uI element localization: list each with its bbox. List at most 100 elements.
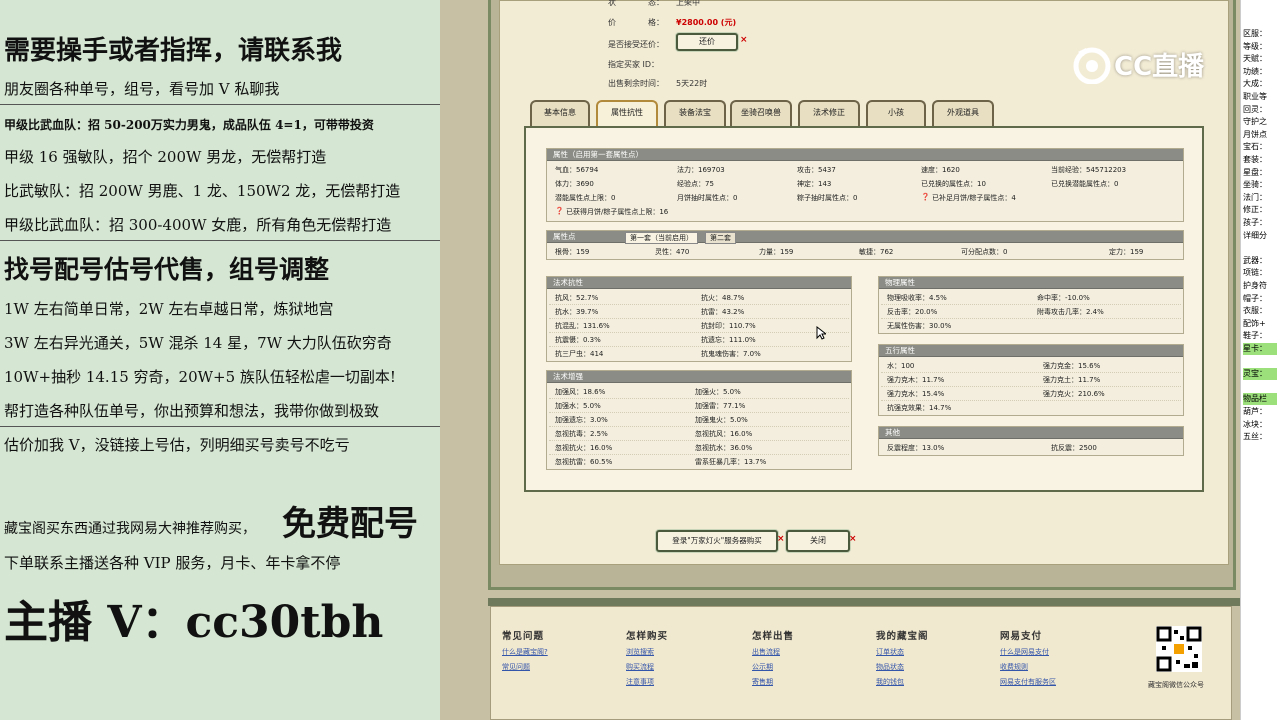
five-elements-title: 五行属性 xyxy=(879,345,1183,357)
footer-link[interactable]: 我的钱包 xyxy=(876,677,904,687)
qr-caption: 藏宝阁微信公众号 xyxy=(1148,681,1204,689)
side-note-label: 修正： xyxy=(1243,205,1267,215)
attributes-panel-title: 属性（启用第一套属性点） xyxy=(547,149,1183,161)
resist-value: 抗封印：110.7% xyxy=(701,322,756,330)
attr-value: 已兑换潜能属性点：0 xyxy=(1051,180,1119,188)
attr-value: 粽子抽时属性点：0 xyxy=(797,194,858,202)
ad-line-4: 甲级 16 强敏队，招个 200W 男龙，无偿帮打造 xyxy=(4,148,327,166)
resist-value: 抗鬼魂伤害：7.0% xyxy=(701,350,761,358)
other-panel: 其他 反震程度：13.0% 抗反震：2500 xyxy=(878,426,1184,456)
footer-heading: 怎样出售 xyxy=(752,631,795,642)
time-left-value: 5天22时 xyxy=(676,79,708,88)
ad-line-13: 藏宝阁买东西通过我网易大神推荐购买， xyxy=(4,521,256,537)
side-note-label: 法门： xyxy=(1243,192,1267,202)
element-value: 水：100 xyxy=(887,362,915,370)
footer-link[interactable]: 公示期 xyxy=(752,662,773,672)
tab-children[interactable]: 小孩 xyxy=(866,100,926,126)
attr-note: 已获得月饼/粽子属性点上限：16 xyxy=(566,208,669,216)
points-panel: 属性点 第一套（当前启用） 第二套 根骨：159 灵性：470 力量：159 敏… xyxy=(546,230,1184,260)
point-value: 可分配点数：0 xyxy=(961,248,1008,256)
footer-link[interactable]: 常见问题 xyxy=(502,662,530,672)
physical-value: 附毒攻击几率：2.4% xyxy=(1037,308,1104,316)
side-note-label: 衣服： xyxy=(1243,306,1267,316)
footer-link[interactable]: 物品状态 xyxy=(876,662,904,672)
points-tab-2[interactable]: 第二套 xyxy=(705,232,736,244)
footer-link[interactable]: 出售流程 xyxy=(752,647,780,657)
status-sub: 态： xyxy=(648,0,664,7)
side-note-label: 坐骑： xyxy=(1243,180,1267,190)
attributes-content: 属性（启用第一套属性点） 气血：56794 法力：169703 攻击：5437 … xyxy=(524,126,1204,492)
footer-link[interactable]: 收费规则 xyxy=(1000,662,1028,672)
login-server-buy-button[interactable]: 登录"万家灯火"服务器购买 xyxy=(656,530,778,552)
boost-value: 加强遗忘：3.0% xyxy=(555,416,608,424)
status-value: 上架中 xyxy=(676,0,700,7)
boost-value: 忽视抗雷：60.5% xyxy=(555,458,613,466)
spell-resist-title: 法术抗性 xyxy=(547,277,851,289)
close-button[interactable]: 关闭 xyxy=(786,530,850,552)
element-value: 强力克木：11.7% xyxy=(887,376,945,384)
footer-heading: 常见问题 xyxy=(502,631,545,642)
cangbaoge-page: 状 态： 上架中 价 格： ¥2800.00 (元) 是否接受还价： 还价 × … xyxy=(440,0,1240,720)
attr-value: 已补足月饼/粽子属性点：4 xyxy=(932,194,1016,202)
element-value: 强力克土：11.7% xyxy=(1043,376,1101,384)
side-note-label: 孩子： xyxy=(1243,218,1267,227)
footer-link[interactable]: 寄售期 xyxy=(752,677,773,687)
time-left-label: 出售剩余时间： xyxy=(608,79,664,88)
physical-value: 物理吸收率：4.5% xyxy=(887,294,947,302)
physical-value: 无属性伤害：30.0% xyxy=(887,322,952,330)
ad-free-match: 免费配号 xyxy=(282,504,418,544)
ad-line-5: 比武敏队：招 200W 男鹿、1 龙、150W2 龙，无偿帮打造 xyxy=(4,182,401,200)
tab-basic-info[interactable]: 基本信息 xyxy=(530,100,590,126)
info-icon: ❓ xyxy=(921,193,930,201)
side-note-label xyxy=(1243,381,1277,393)
footer-heading: 我的藏宝阁 xyxy=(876,631,929,642)
status-label: 状 xyxy=(608,0,616,7)
footer-heading: 网易支付 xyxy=(1000,631,1043,642)
side-notes-panel: 区服： 等级： 天赋： 功绩： 大成： 职业等 回灵： 守护之 月饼点 宝石： 套装： 星盘： 坐骑： 法… xyxy=(1240,0,1280,720)
footer-link[interactable]: 购买流程 xyxy=(626,662,654,672)
side-note-label: 配饰+ xyxy=(1243,318,1266,328)
ad-line-1: 需要操手或者指挥，请联系我 xyxy=(4,36,343,66)
footer-link[interactable]: 网易支付有服务区 xyxy=(1000,677,1056,687)
price-sub: 格： xyxy=(648,18,664,27)
boost-value: 加强风：18.6% xyxy=(555,388,606,396)
tab-equipment[interactable]: 装备法宝 xyxy=(664,100,726,126)
tab-mounts-pets[interactable]: 坐骑召唤兽 xyxy=(730,100,792,126)
resist-value: 抗雷：43.2% xyxy=(701,308,745,316)
other-value: 抗反震：2500 xyxy=(1051,444,1097,452)
boost-value: 加强火：5.0% xyxy=(695,388,741,396)
footer-link[interactable]: 什么是网易支付 xyxy=(1000,647,1049,657)
tab-spell-mod[interactable]: 法术修正 xyxy=(798,100,860,126)
attr-value: 潜能属性点上限：0 xyxy=(555,194,616,202)
site-footer xyxy=(490,606,1232,720)
resist-value: 抗遗忘：111.0% xyxy=(701,336,756,344)
side-note-label: 护身符 xyxy=(1243,281,1267,290)
resist-value: 抗三尸虫：414 xyxy=(555,350,604,358)
side-note-label: 功绩： xyxy=(1243,66,1267,76)
attr-value: 已兑换的属性点：10 xyxy=(921,180,986,188)
ad-line-3: 甲级比武血队：招 50-200万实力男鬼，成品队伍 4=1，可带带投资 xyxy=(4,118,374,132)
element-value: 强力克水：15.4% xyxy=(887,390,945,398)
ad-line-10: 10W+抽秒 14.15 穷奇，20W+5 族队伍轻松虐一切副本! xyxy=(4,368,396,386)
divider xyxy=(0,240,440,241)
tab-attributes[interactable]: 属性抗性 xyxy=(596,100,658,126)
side-note-label xyxy=(1243,242,1277,254)
cc-logo-icon xyxy=(1073,47,1111,84)
points-tab-1[interactable]: 第一套（当前启用） xyxy=(625,232,698,244)
tab-appearance[interactable]: 外观道具 xyxy=(932,100,994,126)
price-value: ¥2800.00 (元) xyxy=(676,18,737,27)
footer-link[interactable]: 什么是藏宝阁? xyxy=(502,647,548,657)
side-note-label: 帽子： xyxy=(1243,293,1267,303)
boost-value: 加强水：5.0% xyxy=(555,402,601,410)
side-note-label: 物品栏 xyxy=(1243,393,1277,406)
footer-link[interactable]: 订单状态 xyxy=(876,647,904,657)
side-note-label: 宝石： xyxy=(1243,142,1267,152)
side-note-label: 五丝： xyxy=(1243,432,1267,442)
cc-live-watermark: CC直播 xyxy=(1070,44,1204,84)
attr-value: 气血：56794 xyxy=(555,166,599,174)
footer-link[interactable]: 注意事项 xyxy=(626,677,654,687)
spell-resist-panel: 法术抗性 抗风：52.7% 抗火：48.7% 抗水：39.7% 抗雷：43.2% 抗… xyxy=(546,276,852,362)
bargain-button[interactable]: 还价 xyxy=(676,33,738,51)
footer-link[interactable]: 浏览搜索 xyxy=(626,647,654,657)
side-note-label: 详细分 xyxy=(1243,230,1267,240)
